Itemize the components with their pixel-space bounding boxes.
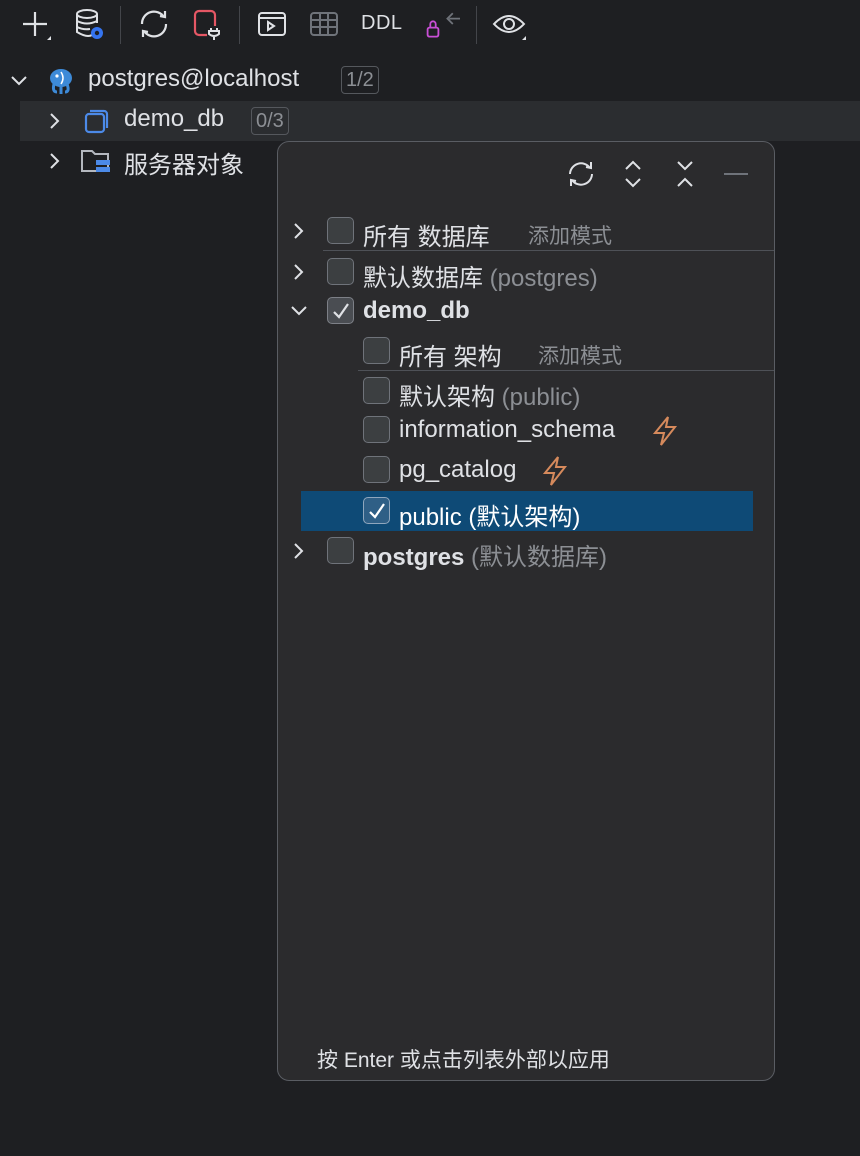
postgres-label: postgres [363,544,465,571]
chevron-right-icon[interactable] [290,542,308,560]
refresh-icon[interactable] [565,158,597,190]
datasource-settings-icon[interactable] [70,6,106,42]
datasource-label: postgres@localhost [88,65,300,92]
row-information-schema[interactable]: information_schema [278,411,774,451]
checkbox[interactable] [327,537,354,564]
checkbox-checked[interactable] [363,497,390,524]
default-schema-label: 默认架构 [399,384,495,411]
lock-jump-icon[interactable] [424,6,460,42]
chevron-down-icon[interactable] [10,72,28,90]
add-pattern-link[interactable]: 添加模式 [528,220,612,250]
datasource-count-badge: 1/2 [341,66,379,94]
checkbox[interactable] [327,258,354,285]
checkmark-icon [368,502,385,519]
chevron-down-icon[interactable] [290,302,308,320]
pg-catalog-label: pg_catalog [399,456,517,483]
expand-all-icon[interactable] [617,158,649,190]
checkbox[interactable] [327,217,354,244]
database-icon [84,109,109,134]
console-icon[interactable] [254,6,290,42]
row-demo-db[interactable]: demo_db [278,291,774,331]
schema-selector-popup: 所有 数据库 添加模式 默认数据库 (postgres) demo_db 所有 … [277,141,775,1081]
information-schema-label: information_schema [399,416,616,443]
lightning-icon [652,416,678,446]
disconnect-icon[interactable] [189,6,225,42]
row-postgres[interactable]: postgres (默认数据库) [278,531,774,571]
server-objects-label: 服务器对象 [124,152,244,179]
postgres-suffix: (默认数据库) [471,544,608,571]
folder-server-icon [81,150,110,172]
demo-db-count-badge: 0/3 [251,107,289,135]
ddl-button[interactable]: DDL [361,12,403,35]
add-pattern-link[interactable]: 添加模式 [538,340,622,370]
default-schema-suffix: (public) [501,384,581,411]
chevron-right-icon[interactable] [290,222,308,240]
checkbox[interactable] [363,337,390,364]
row-pg-catalog[interactable]: pg_catalog [278,451,774,491]
add-icon[interactable] [17,6,53,42]
view-options-icon[interactable] [491,6,527,42]
tree-row-demo-db[interactable]: demo_db 0/3 [20,101,860,141]
demo-db-label: demo_db [363,297,470,324]
chevron-right-icon[interactable] [46,152,64,170]
checkbox-checked[interactable] [327,297,354,324]
lightning-icon [542,456,568,486]
row-default-schema[interactable]: 默认架构 (public) [278,372,774,412]
default-database-suffix: (postgres) [489,265,598,292]
chevron-right-icon[interactable] [46,112,64,130]
public-label: public [399,504,462,531]
chevron-right-icon[interactable] [290,263,308,281]
tree-row-root[interactable]: postgres@localhost 1/2 [0,61,860,101]
row-all-schemas[interactable]: 所有 架构 添加模式 [278,331,774,371]
minimize-icon[interactable] [720,158,752,190]
row-all-databases[interactable]: 所有 数据库 添加模式 [278,211,774,251]
toolbar: DDL [0,0,860,50]
apply-hint: 按 Enter 或点击列表外部以应用 [317,1049,610,1072]
row-public[interactable]: public (默认架构) [278,491,774,531]
all-databases-label: 所有 数据库 [363,224,490,251]
default-database-label: 默认数据库 [363,265,483,292]
collapse-all-icon[interactable] [669,158,701,190]
demo-db-label: demo_db [124,105,225,132]
checkmark-icon [332,302,349,319]
checkbox[interactable] [363,377,390,404]
all-schemas-label: 所有 架构 [399,344,502,371]
postgresql-icon [50,69,72,94]
refresh-icon[interactable] [136,6,172,42]
checkbox[interactable] [363,416,390,443]
table-icon[interactable] [306,6,342,42]
row-default-database[interactable]: 默认数据库 (postgres) [278,252,774,292]
public-suffix: (默认架构) [468,504,581,531]
checkbox[interactable] [363,456,390,483]
